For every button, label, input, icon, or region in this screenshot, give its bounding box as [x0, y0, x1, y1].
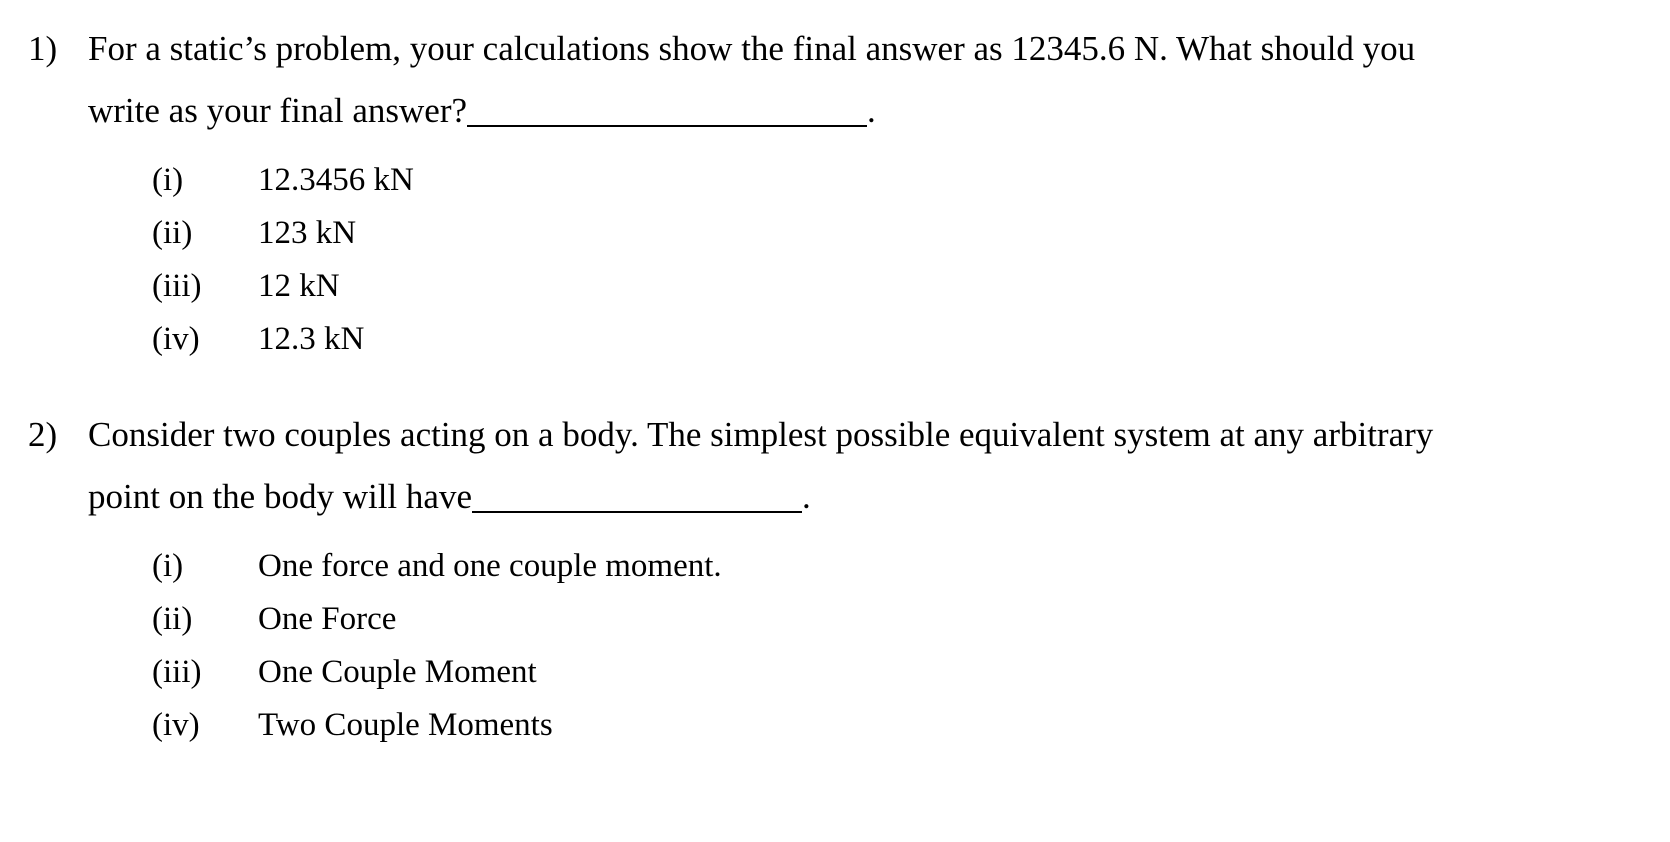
question-2-number: 2) — [28, 415, 58, 454]
question-1-option-i[interactable]: (i) 12.3456 kN — [152, 154, 1670, 207]
option-label: (iii) — [152, 654, 202, 690]
option-text: One force and one couple moment. — [258, 548, 722, 584]
option-label: (ii) — [152, 601, 193, 637]
question-2-option-iii[interactable]: (iii) One Couple Moment — [152, 646, 1670, 699]
question-1-option-iii[interactable]: (iii) 12 kN — [152, 260, 1670, 313]
question-1-answer-blank[interactable] — [467, 89, 868, 127]
question-1-options: (i) 12.3456 kN (ii) 123 kN (iii) 12 kN (… — [152, 154, 1670, 366]
question-2-line-2: point on the body will have. — [88, 466, 1640, 528]
option-label: (iv) — [152, 707, 200, 743]
option-label: (iv) — [152, 321, 200, 357]
question-1: 1) For a static’s problem, your calculat… — [0, 18, 1670, 366]
question-1-number: 1) — [28, 29, 58, 68]
question-2-line-1: Consider two couples acting on a body. T… — [88, 415, 1434, 454]
question-1-line-2-period: . — [867, 91, 876, 130]
option-text: Two Couple Moments — [258, 707, 553, 743]
question-2-answer-blank[interactable] — [471, 475, 802, 513]
option-label: (i) — [152, 162, 184, 198]
question-2-options: (i) One force and one couple moment. (ii… — [152, 540, 1670, 752]
question-2-line-2-period: . — [801, 477, 811, 516]
question-1-line-2-text: write as your final answer? — [88, 91, 468, 130]
question-2-body: Consider two couples acting on a body. T… — [88, 404, 1640, 528]
question-2-option-iv[interactable]: (iv) Two Couple Moments — [152, 699, 1670, 752]
option-label: (iii) — [152, 268, 202, 304]
option-label: (ii) — [152, 215, 193, 251]
option-text: 12 kN — [258, 268, 340, 304]
option-text: One Force — [258, 601, 397, 637]
option-text: 12.3456 kN — [258, 162, 414, 198]
option-text: 12.3 kN — [258, 321, 365, 357]
question-1-body: For a static’s problem, your calculation… — [88, 18, 1640, 142]
question-1-option-ii[interactable]: (ii) 123 kN — [152, 207, 1670, 260]
option-label: (i) — [152, 548, 184, 584]
question-2-line-2-text: point on the body will have — [88, 477, 472, 516]
question-2-option-ii[interactable]: (ii) One Force — [152, 593, 1670, 646]
question-1-line-1: For a static’s problem, your calculation… — [88, 29, 1416, 68]
question-spacer — [0, 366, 1670, 404]
question-1-line-2: write as your final answer?. — [88, 80, 1640, 142]
option-text: 123 kN — [258, 215, 357, 251]
question-1-option-iv[interactable]: (iv) 12.3 kN — [152, 313, 1670, 366]
question-2: 2) Consider two couples acting on a body… — [0, 404, 1670, 752]
document-page: 1) For a static’s problem, your calculat… — [0, 0, 1670, 842]
question-2-option-i[interactable]: (i) One force and one couple moment. — [152, 540, 1670, 593]
option-text: One Couple Moment — [258, 654, 537, 690]
